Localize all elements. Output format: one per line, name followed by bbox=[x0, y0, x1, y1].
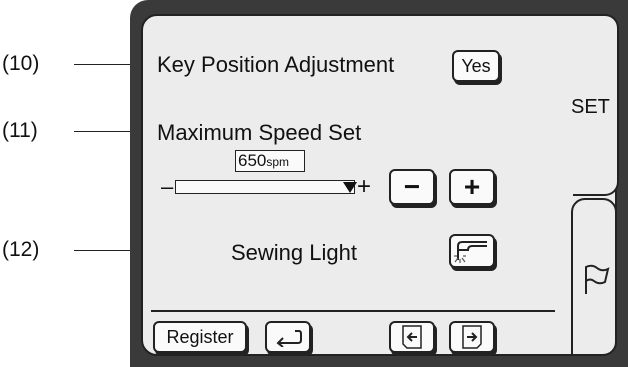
flag-icon bbox=[585, 264, 610, 294]
register-button[interactable]: Register bbox=[153, 321, 247, 353]
maximum-speed-set-label: Maximum Speed Set bbox=[157, 120, 362, 145]
slider-minus-sign: – bbox=[161, 174, 174, 199]
speed-value-display: 650spm bbox=[235, 150, 305, 172]
register-button-label: Register bbox=[166, 327, 234, 347]
footer-divider bbox=[151, 310, 555, 312]
tab-set[interactable]: SET bbox=[571, 96, 610, 118]
key-position-adjustment-label: Key Position Adjustment bbox=[157, 52, 395, 77]
previous-page-button[interactable] bbox=[389, 321, 435, 353]
speed-value-unit: spm bbox=[266, 155, 290, 169]
callout-11: (11) bbox=[2, 119, 38, 142]
return-arrow-icon bbox=[276, 330, 302, 347]
sewing-light-icon bbox=[454, 241, 487, 263]
callout-10: (10) bbox=[2, 52, 40, 75]
speed-slider-bar[interactable] bbox=[175, 180, 355, 194]
page-left-arrow-icon bbox=[402, 325, 422, 349]
triangle-down-icon[interactable] bbox=[343, 182, 357, 193]
next-page-button[interactable] bbox=[449, 321, 495, 353]
sewing-light-button[interactable] bbox=[449, 234, 495, 268]
return-button[interactable] bbox=[265, 321, 311, 353]
yes-button-label: Yes bbox=[461, 56, 491, 76]
key-position-yes-button[interactable]: Yes bbox=[452, 50, 500, 82]
speed-value-number: 650 bbox=[238, 151, 267, 170]
tab-flag[interactable] bbox=[571, 198, 617, 356]
plus-icon: + bbox=[463, 171, 481, 202]
increase-speed-button[interactable]: + bbox=[449, 169, 495, 205]
settings-screen: SET Key Position Adjustment Yes Maximum … bbox=[141, 14, 619, 356]
sewing-light-label: Sewing Light bbox=[231, 240, 357, 265]
decrease-speed-button[interactable]: − bbox=[389, 169, 435, 205]
callout-12: (12) bbox=[2, 238, 40, 261]
slider-plus-sign: + bbox=[357, 173, 372, 200]
page-right-arrow-icon bbox=[462, 325, 482, 349]
minus-icon: − bbox=[403, 171, 421, 202]
